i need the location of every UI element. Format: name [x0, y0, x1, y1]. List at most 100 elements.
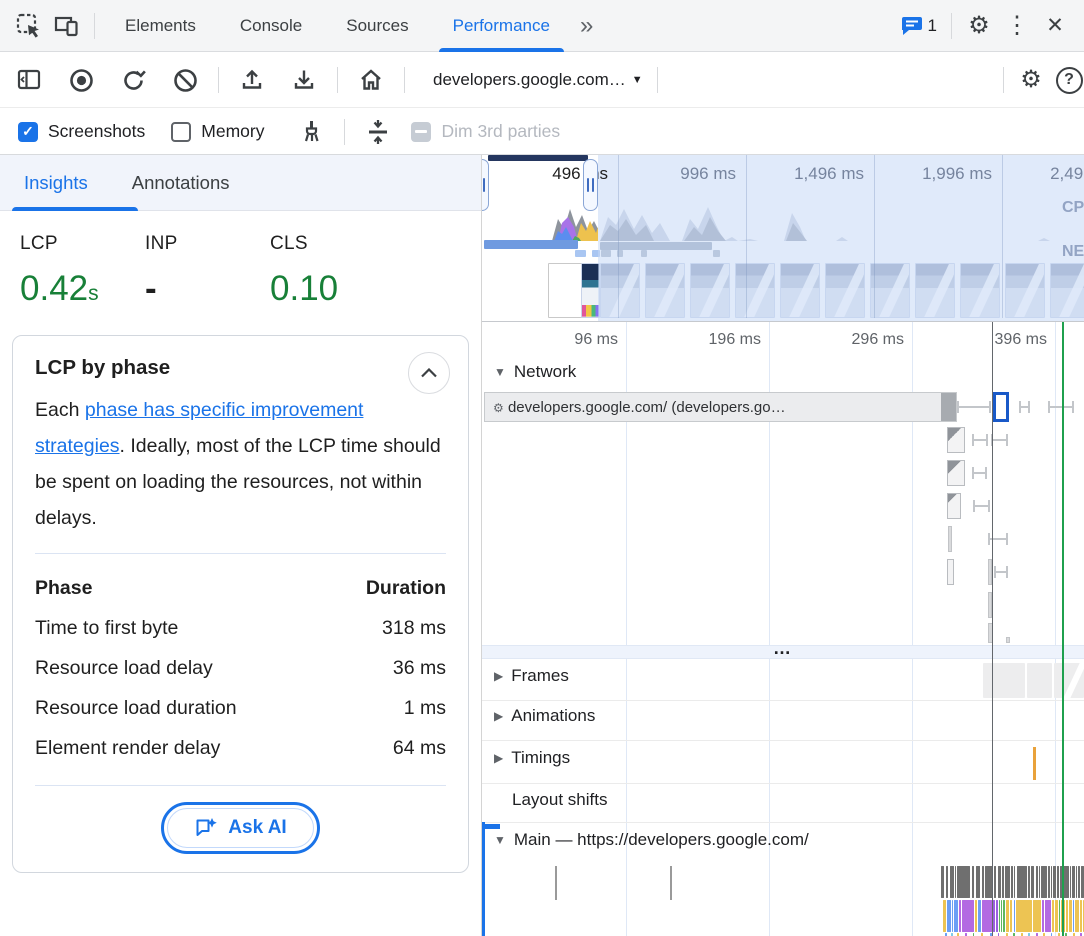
- flame-bar[interactable]: [1016, 900, 1032, 932]
- record-and-reload-button[interactable]: [114, 61, 152, 99]
- flame-bar[interactable]: [950, 866, 954, 898]
- flame-bar[interactable]: [1036, 866, 1038, 898]
- frame-block[interactable]: [1054, 663, 1084, 698]
- settings-gear-button[interactable]: ⚙: [960, 7, 998, 45]
- tab-performance[interactable]: Performance: [431, 0, 572, 52]
- flame-bar[interactable]: [1053, 866, 1056, 898]
- inspect-element-button[interactable]: [10, 7, 48, 45]
- flame-bar[interactable]: [978, 900, 981, 932]
- flame-bar[interactable]: [955, 866, 956, 898]
- toggle-sidebar-button[interactable]: [10, 61, 48, 99]
- flame-bar[interactable]: [946, 866, 948, 898]
- flame-bar[interactable]: [1031, 866, 1034, 898]
- flame-bar[interactable]: [1006, 900, 1009, 932]
- flame-bar[interactable]: [994, 866, 996, 898]
- network-request-box[interactable]: [947, 460, 965, 486]
- flame-bar[interactable]: [947, 900, 951, 932]
- flame-bar[interactable]: [1055, 900, 1058, 932]
- flame-bar[interactable]: [1070, 866, 1071, 898]
- device-toolbar-button[interactable]: [48, 7, 86, 45]
- history-url-selector[interactable]: developers.google.com… ▼: [433, 70, 643, 90]
- metric-lcp[interactable]: LCP 0.42s: [20, 233, 145, 309]
- capture-settings-gear-button[interactable]: ⚙: [1012, 61, 1050, 99]
- flame-bar[interactable]: [982, 866, 984, 898]
- flame-bar[interactable]: [1075, 900, 1079, 932]
- frames-track-header[interactable]: ▶ Frames: [494, 666, 569, 686]
- flame-bar[interactable]: [972, 866, 974, 898]
- help-button[interactable]: ?: [1050, 61, 1084, 99]
- flame-bar[interactable]: [996, 900, 998, 932]
- network-request-box[interactable]: [948, 526, 952, 552]
- flame-bar[interactable]: [1017, 866, 1027, 898]
- flame-bar[interactable]: [1066, 900, 1068, 932]
- flame-bar[interactable]: [999, 900, 1000, 932]
- flame-bar[interactable]: [1059, 900, 1060, 932]
- flame-bar[interactable]: [998, 866, 1001, 898]
- flame-bar[interactable]: [1002, 866, 1004, 898]
- timeline-detail-view[interactable]: 96 ms 196 ms 296 ms 396 ms ▼ Network ⚙ d…: [482, 322, 1084, 936]
- metric-cls[interactable]: CLS 0.10: [270, 233, 395, 309]
- flame-bar[interactable]: [1014, 900, 1015, 932]
- flame-bar[interactable]: [941, 866, 944, 898]
- network-request-box[interactable]: [947, 559, 954, 585]
- timeline-minimap[interactable]: 496 ms 996 ms 1,496 ms 1,996 ms 2,496 ms…: [482, 155, 1084, 322]
- flame-bar[interactable]: [952, 900, 953, 932]
- flame-bar[interactable]: [1014, 866, 1015, 898]
- screenshots-checkbox[interactable]: ✓: [18, 122, 38, 142]
- flame-bar[interactable]: [954, 900, 958, 932]
- flame-bar[interactable]: [1005, 866, 1010, 898]
- flame-bar[interactable]: [1003, 900, 1005, 932]
- flame-bar[interactable]: [1073, 900, 1074, 932]
- flame-bar[interactable]: [1042, 900, 1044, 932]
- flame-bar[interactable]: [1072, 866, 1075, 898]
- animations-track-header[interactable]: ▶ Animations: [494, 706, 595, 726]
- layout-shifts-track-header[interactable]: Layout shifts: [512, 790, 607, 810]
- tab-sources[interactable]: Sources: [324, 0, 430, 52]
- flame-bar[interactable]: [1048, 866, 1050, 898]
- flame-bar[interactable]: [1001, 900, 1002, 932]
- flame-bar[interactable]: [1052, 900, 1054, 932]
- timings-track-header[interactable]: ▶ Timings: [494, 748, 570, 768]
- flame-bar[interactable]: [976, 866, 980, 898]
- flame-bar[interactable]: [1011, 866, 1013, 898]
- flame-bar[interactable]: [1069, 900, 1072, 932]
- memory-checkbox[interactable]: [171, 122, 191, 142]
- live-metrics-home-button[interactable]: [352, 61, 390, 99]
- timing-marker[interactable]: [1033, 747, 1036, 780]
- flame-bar[interactable]: [1033, 900, 1041, 932]
- close-devtools-button[interactable]: ✕: [1036, 7, 1074, 45]
- flame-bar[interactable]: [1057, 866, 1059, 898]
- flame-bar[interactable]: [957, 866, 970, 898]
- load-profile-button[interactable]: [233, 61, 271, 99]
- tab-console[interactable]: Console: [218, 0, 324, 52]
- flame-bar[interactable]: [993, 900, 995, 932]
- selected-network-request[interactable]: [993, 392, 1009, 422]
- window-left-handle[interactable]: [482, 159, 489, 211]
- save-profile-button[interactable]: [285, 61, 323, 99]
- flame-bar[interactable]: [962, 900, 974, 932]
- tab-insights[interactable]: Insights: [10, 155, 102, 211]
- ask-ai-button[interactable]: Ask AI: [167, 808, 313, 848]
- tab-elements[interactable]: Elements: [103, 0, 218, 52]
- collect-garbage-button[interactable]: [292, 113, 330, 151]
- flame-bar[interactable]: [959, 900, 961, 932]
- flame-bar[interactable]: [1010, 900, 1012, 932]
- network-track-header[interactable]: ▼ Network: [494, 362, 576, 382]
- frame-block[interactable]: [983, 663, 1025, 698]
- flame-bar[interactable]: [1051, 866, 1052, 898]
- network-request-box[interactable]: [947, 427, 965, 453]
- flame-bar[interactable]: [1039, 866, 1040, 898]
- network-request-bar[interactable]: ⚙ developers.google.com/ (developers.go…: [484, 392, 957, 422]
- collapse-card-button[interactable]: [408, 352, 450, 394]
- frame-block[interactable]: [1027, 663, 1052, 698]
- flame-bar[interactable]: [1080, 900, 1082, 932]
- clear-button[interactable]: [166, 61, 204, 99]
- metric-inp[interactable]: INP -: [145, 233, 270, 309]
- network-request-box[interactable]: [947, 493, 961, 519]
- flame-bar[interactable]: [1028, 866, 1030, 898]
- network-request-box[interactable]: [1006, 637, 1010, 643]
- flame-bar[interactable]: [943, 900, 946, 932]
- tab-annotations[interactable]: Annotations: [118, 155, 244, 211]
- console-messages-button[interactable]: 1: [894, 7, 943, 45]
- more-tabs-button[interactable]: »: [572, 12, 601, 40]
